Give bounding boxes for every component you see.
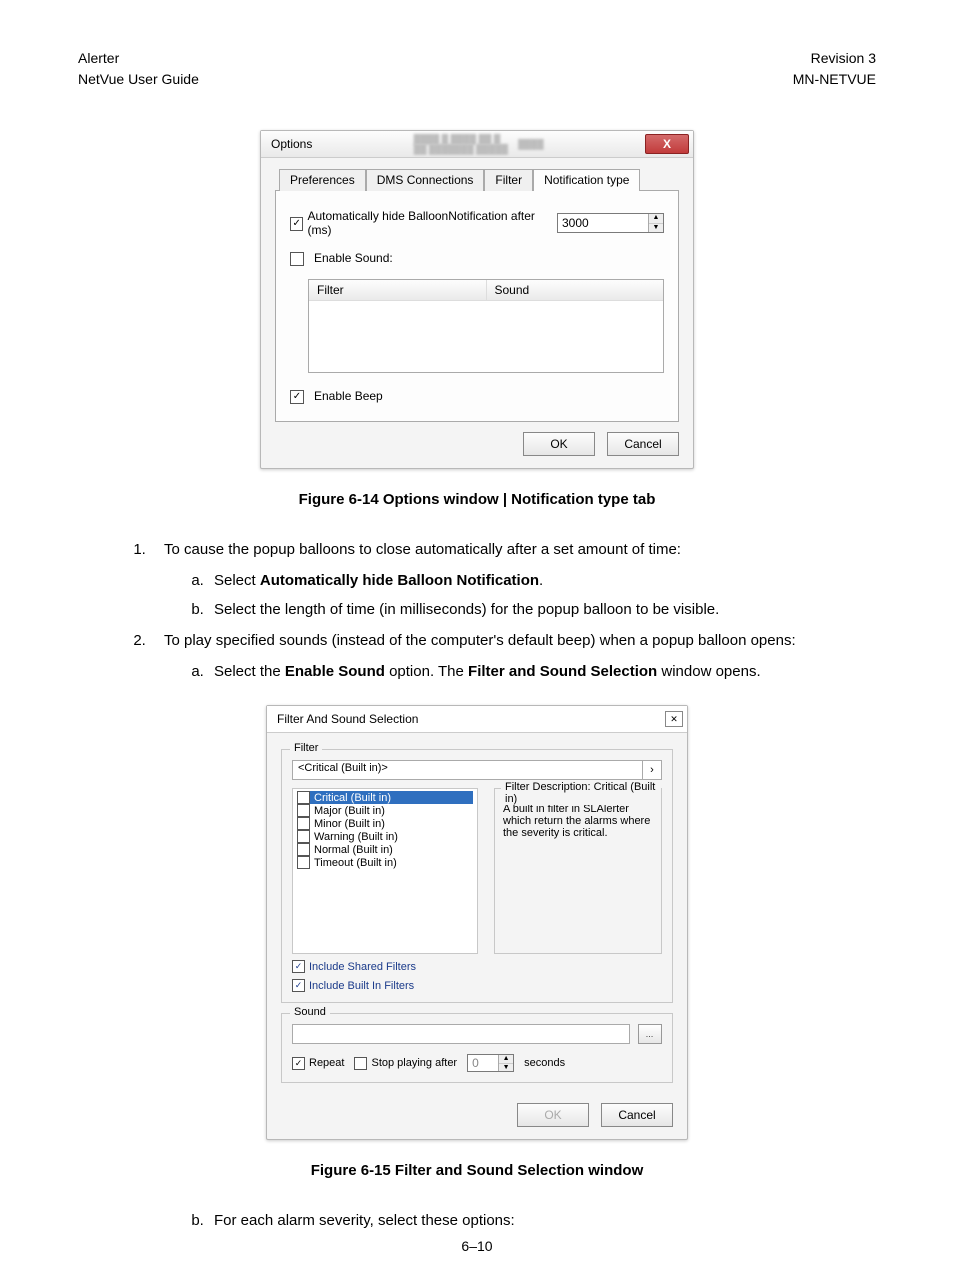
filter-item-checkbox[interactable]: [297, 791, 310, 804]
stop-after-spinner[interactable]: 0 ▲ ▼: [467, 1054, 514, 1072]
filter-item-checkbox[interactable]: [297, 804, 310, 817]
instr-1b: Select the length of time (in millisecon…: [208, 596, 876, 623]
options-dialog-title: Options: [271, 137, 312, 151]
filter-item-warning[interactable]: Warning (Built in): [297, 830, 473, 843]
filter-item-label: Major (Built in): [314, 805, 385, 817]
options-dialog: Options ████ █ ████ ██ █ ██ ███████ ████…: [260, 130, 694, 469]
header-left-1: Alerter: [78, 48, 199, 69]
filter-item-label: Minor (Built in): [314, 818, 385, 830]
filter-item-label: Critical (Built in): [314, 792, 391, 804]
enable-sound-label: Enable Sound:: [314, 251, 393, 265]
auto-hide-spinner[interactable]: 3000 ▲ ▼: [557, 213, 664, 233]
tab-notification-type[interactable]: Notification type: [533, 169, 640, 191]
filter-item-label: Warning (Built in): [314, 831, 398, 843]
filter-item-checkbox[interactable]: [297, 843, 310, 856]
filter-sound-dialog-title: Filter And Sound Selection: [277, 712, 418, 726]
sound-fieldset: Sound … Repeat Stop playing after: [281, 1013, 673, 1083]
instr-2a-b1: Enable Sound: [285, 663, 385, 680]
instr-2: To play specified sounds (instead of the…: [164, 632, 796, 649]
instr-1a-post: .: [539, 572, 543, 589]
filter-item-critical[interactable]: Critical (Built in): [297, 791, 473, 804]
col-sound: Sound: [487, 280, 664, 300]
include-shared-label: Include Shared Filters: [309, 961, 416, 973]
instr-2a-post: window opens.: [657, 663, 760, 680]
instr-1a-bold: Automatically hide Balloon Notification: [260, 572, 539, 589]
figure-6-15-caption: Figure 6-15 Filter and Sound Selection w…: [78, 1162, 876, 1179]
chevron-right-icon[interactable]: ›: [642, 761, 661, 779]
filter-fieldset-title: Filter: [290, 742, 322, 754]
instr-1: To cause the popup balloons to close aut…: [164, 541, 681, 558]
stop-playing-label: Stop playing after: [371, 1057, 457, 1069]
enable-sound-checkbox[interactable]: [290, 252, 304, 266]
filter-item-label: Normal (Built in): [314, 844, 393, 856]
browse-button[interactable]: …: [638, 1024, 662, 1044]
close-icon[interactable]: ✕: [665, 711, 683, 727]
filter-item-checkbox[interactable]: [297, 830, 310, 843]
filter-item-timeout[interactable]: Timeout (Built in): [297, 856, 473, 869]
header-right-1: Revision 3: [793, 48, 876, 69]
tab-dms-connections[interactable]: DMS Connections: [366, 169, 485, 191]
filter-description-title: Filter Description: Critical (Built in): [501, 781, 661, 805]
cancel-button[interactable]: Cancel: [607, 432, 679, 456]
spinner-up-icon[interactable]: ▲: [499, 1055, 513, 1064]
tab-preferences[interactable]: Preferences: [279, 169, 366, 191]
auto-hide-value[interactable]: 3000: [558, 214, 649, 232]
spinner-down-icon[interactable]: ▼: [499, 1064, 513, 1072]
enable-beep-label: Enable Beep: [314, 389, 383, 403]
filter-item-major[interactable]: Major (Built in): [297, 804, 473, 817]
filter-item-checkbox[interactable]: [297, 817, 310, 830]
instr-2b: For each alarm severity, select these op…: [208, 1207, 876, 1234]
filter-item-checkbox[interactable]: [297, 856, 310, 869]
ok-button[interactable]: OK: [523, 432, 595, 456]
filter-item-minor[interactable]: Minor (Built in): [297, 817, 473, 830]
header-left-2: NetVue User Guide: [78, 69, 199, 90]
close-icon[interactable]: X: [645, 134, 689, 154]
filter-description-body: A built in filter in SLAlerter which ret…: [503, 803, 653, 839]
seconds-label: seconds: [524, 1057, 565, 1069]
filter-sound-table: Filter Sound: [308, 279, 664, 373]
blurred-header-text: ████ █ ████ ██ █ ██ ███████ █████ ████: [414, 135, 544, 154]
page-number: 6–10: [0, 1238, 954, 1254]
filter-sound-dialog: Filter And Sound Selection ✕ Filter <Cri…: [266, 705, 688, 1140]
spinner-up-icon[interactable]: ▲: [649, 214, 663, 224]
enable-beep-checkbox[interactable]: [290, 390, 304, 404]
instr-2a-mid: option. The: [385, 663, 468, 680]
filter-dropdown-value: <Critical (Built in)>: [293, 761, 642, 779]
repeat-label: Repeat: [309, 1057, 344, 1069]
stop-after-value[interactable]: 0: [468, 1055, 499, 1071]
filter-description-box: Filter Description: Critical (Built in) …: [494, 788, 662, 954]
instr-2a-b2: Filter and Sound Selection: [468, 663, 657, 680]
sound-file-input[interactable]: [292, 1024, 630, 1044]
tab-filter[interactable]: Filter: [484, 169, 533, 191]
filter-fieldset: Filter <Critical (Built in)> › Critical …: [281, 749, 673, 1003]
filter-item-normal[interactable]: Normal (Built in): [297, 843, 473, 856]
cancel-button[interactable]: Cancel: [601, 1103, 673, 1127]
instr-1a-pre: Select: [214, 572, 260, 589]
figure-6-14-caption: Figure 6-14 Options window | Notificatio…: [78, 491, 876, 508]
filter-dropdown[interactable]: <Critical (Built in)> ›: [292, 760, 662, 780]
filter-item-label: Timeout (Built in): [314, 857, 397, 869]
stop-playing-checkbox[interactable]: [354, 1057, 367, 1070]
instruction-list: To cause the popup balloons to close aut…: [150, 536, 876, 685]
include-builtin-checkbox[interactable]: [292, 979, 305, 992]
sound-fieldset-title: Sound: [290, 1006, 330, 1018]
auto-hide-checkbox[interactable]: [290, 217, 303, 231]
include-builtin-label: Include Built In Filters: [309, 980, 414, 992]
spinner-down-icon[interactable]: ▼: [649, 224, 663, 233]
filter-list[interactable]: Critical (Built in) Major (Built in) Min…: [292, 788, 478, 954]
auto-hide-label: Automatically hide BalloonNotification a…: [307, 209, 551, 237]
repeat-checkbox[interactable]: [292, 1057, 305, 1070]
header-right-2: MN-NETVUE: [793, 69, 876, 90]
include-shared-checkbox[interactable]: [292, 960, 305, 973]
instr-2a-pre: Select the: [214, 663, 285, 680]
page-header: Alerter NetVue User Guide Revision 3 MN-…: [78, 48, 876, 90]
col-filter: Filter: [309, 280, 487, 300]
ok-button[interactable]: OK: [517, 1103, 589, 1127]
